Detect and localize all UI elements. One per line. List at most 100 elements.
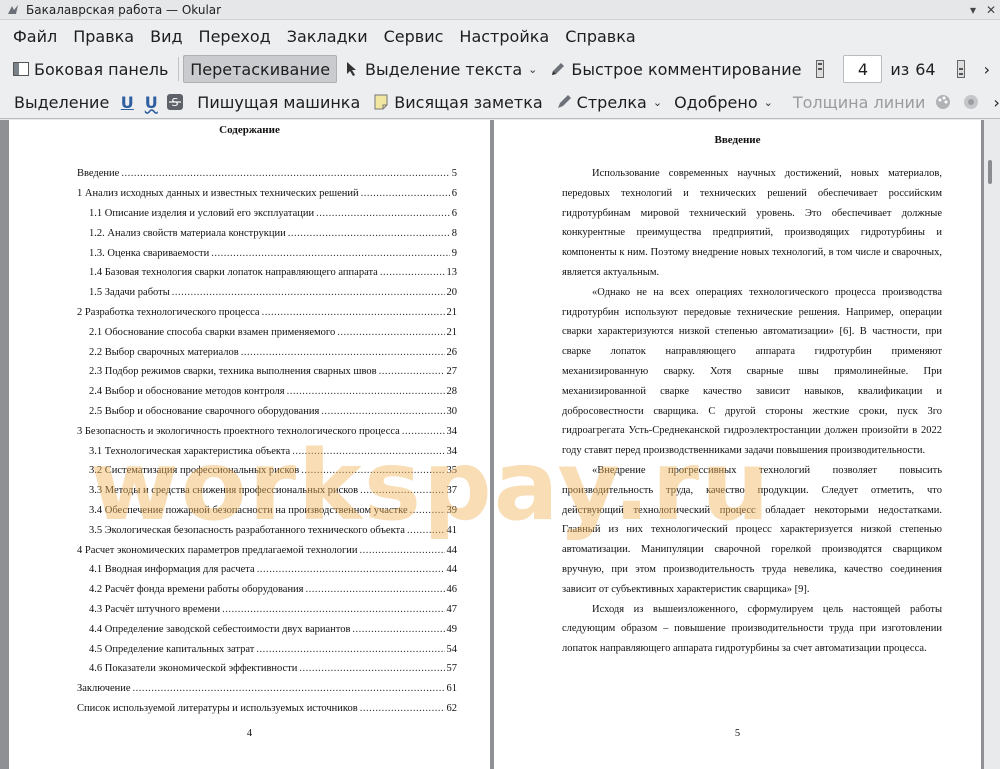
toolbar-overflow-button[interactable]: › xyxy=(978,55,996,83)
chevron-down-icon[interactable]: ⌄ xyxy=(653,96,662,109)
text-select-button[interactable]: Выделение текста ⌄ xyxy=(337,55,543,83)
toc-entry[interactable]: 4.4 Определение заводской себестоимости … xyxy=(77,619,457,639)
toc-entry[interactable]: 3.2 Систематизация профессиональных риск… xyxy=(77,461,457,481)
toc-leader-dots xyxy=(410,505,445,516)
squiggle-button[interactable]: U xyxy=(139,88,163,116)
color-button[interactable] xyxy=(931,88,959,116)
previous-page-button[interactable] xyxy=(807,55,837,83)
toc-entry-title: 1.4 Базовая технология сварки лопаток на… xyxy=(89,267,378,279)
quick-annotations-button[interactable]: Быстрое комментирование xyxy=(543,55,807,83)
chevron-down-icon[interactable]: ⌄ xyxy=(764,96,773,109)
toc-entry[interactable]: 3.3 Методы и средства снижения профессио… xyxy=(77,481,457,501)
toc-entry-page: 49 xyxy=(446,623,458,635)
strikeout-button[interactable]: S xyxy=(163,88,191,116)
highlight-button[interactable]: Выделение xyxy=(8,88,115,116)
typewriter-button[interactable]: Пишущая машинка xyxy=(191,88,366,116)
toc-entry[interactable]: 2.3 Подбор режимов сварки, техника выпол… xyxy=(77,362,457,382)
toc-leader-dots xyxy=(337,327,444,338)
next-page-button[interactable] xyxy=(948,55,978,83)
menu-go[interactable]: Переход xyxy=(191,20,279,52)
toc-entry[interactable]: 2.1 Обоснование способа сварки взамен пр… xyxy=(77,322,457,342)
toc-entry-title: 2.2 Выбор сварочных материалов xyxy=(89,346,239,358)
squiggle-icon: U xyxy=(144,92,158,112)
toc-entry[interactable]: 1.4 Базовая технология сварки лопаток на… xyxy=(77,263,457,283)
toc-entry[interactable]: 3.4 Обеспечение пожарной безопасности на… xyxy=(77,501,457,521)
toc-entry-page: 6 xyxy=(451,207,457,219)
toc-entry[interactable]: Список используемой литературы и использ… xyxy=(77,699,457,719)
toolbar-overflow-button[interactable]: › xyxy=(987,88,1000,116)
intro-paragraph: «Внедрение прогрессивных технологий позв… xyxy=(562,464,942,595)
toc-entry-title: Список используемой литературы и использ… xyxy=(77,702,358,714)
toc-entry[interactable]: 3.1 Технологическая характеристика объек… xyxy=(77,441,457,461)
toc-entry[interactable]: 3.5 Экологическая безопасность разработа… xyxy=(77,520,457,540)
toc-entry-title: 4.2 Расчёт фонда времени работы оборудов… xyxy=(89,584,304,596)
window-menu-icon[interactable]: ▾ xyxy=(964,1,982,19)
underline-button[interactable]: U xyxy=(115,88,139,116)
toc-entry-title: 2.4 Выбор и обоснование методов контроля xyxy=(89,386,285,398)
close-window-button[interactable]: ✕ xyxy=(982,1,1000,19)
toc-entry-page: 21 xyxy=(446,306,458,318)
arrow-button[interactable]: Стрелка ⌄ xyxy=(549,88,668,116)
toc-entry[interactable]: 2.4 Выбор и обоснование методов контроля… xyxy=(77,382,457,402)
menu-file[interactable]: Файл xyxy=(5,20,65,52)
toc-leader-dots xyxy=(402,426,445,437)
toc-entry[interactable]: 4.6 Показатели экономической эффективнос… xyxy=(77,659,457,679)
toc-leader-dots xyxy=(241,347,445,358)
vertical-scrollbar[interactable] xyxy=(984,120,1000,769)
toc-entry-title: 3.1 Технологическая характеристика объек… xyxy=(89,445,291,457)
toc-leader-dots xyxy=(379,366,445,377)
toc-entry[interactable]: Заключение 61 xyxy=(77,679,457,699)
page-number-input[interactable]: 4 xyxy=(843,55,883,83)
page-of-label: из xyxy=(890,59,910,79)
toc-entry-page: 28 xyxy=(446,386,458,398)
scrollbar-thumb[interactable] xyxy=(988,160,992,184)
toc-entry[interactable]: 1.3. Оценка свариваемости 9 xyxy=(77,243,457,263)
toc-entry[interactable]: 1.2. Анализ свойств материала конструкци… xyxy=(77,223,457,243)
toc-entry-title: 4.1 Вводная информация для расчета xyxy=(89,564,255,576)
browse-tool-button[interactable]: Перетаскивание xyxy=(183,55,338,83)
toc-leader-dots xyxy=(306,584,445,595)
toc-entry[interactable]: 4.3 Расчёт штучного времени 47 xyxy=(77,600,457,620)
toc-entry[interactable]: 4.5 Определение капитальных затрат 54 xyxy=(77,639,457,659)
toc-leader-dots xyxy=(352,624,444,635)
menu-view[interactable]: Вид xyxy=(142,20,190,52)
toc-entry[interactable]: 1.5 Задачи работы 20 xyxy=(77,283,457,303)
stamp-dropdown[interactable]: Одобрено ⌄ xyxy=(668,88,779,116)
menu-tools[interactable]: Сервис xyxy=(376,20,452,52)
toc-entry-title: 4.4 Определение заводской себестоимости … xyxy=(89,623,351,635)
toc-entry-page: 62 xyxy=(446,702,458,714)
sidebar-button[interactable]: Боковая панель xyxy=(6,55,174,83)
menu-bookmarks[interactable]: Закладки xyxy=(279,20,376,52)
toc-entry-page: 8 xyxy=(451,227,457,239)
fill-icon xyxy=(962,93,980,111)
toc-entry[interactable]: 4.2 Расчёт фонда времени работы оборудов… xyxy=(77,580,457,600)
toc-entry[interactable]: 2.5 Выбор и обоснование сварочного обору… xyxy=(77,402,457,422)
note-icon xyxy=(372,93,390,111)
toc-entry[interactable]: 3 Безопасность и экологичность проектног… xyxy=(77,421,457,441)
toc-entry-page: 30 xyxy=(446,405,458,417)
fill-color-button[interactable] xyxy=(959,88,987,116)
toc-entry[interactable]: 1 Анализ исходных данных и известных тех… xyxy=(77,184,457,204)
page-number: 4 xyxy=(246,728,253,739)
toc-leader-dots xyxy=(292,446,444,457)
toc-entry[interactable]: 4.1 Вводная информация для расчета 44 xyxy=(77,560,457,580)
menu-edit[interactable]: Правка xyxy=(65,20,142,52)
toc-entry[interactable]: 2 Разработка технологического процесса 21 xyxy=(77,303,457,323)
sticky-note-label: Висящая заметка xyxy=(394,92,543,112)
toc-entry[interactable]: Введение 5 xyxy=(77,164,457,184)
toc-entry[interactable]: 4 Расчет экономических параметров предла… xyxy=(77,540,457,560)
toc-entry-title: 2.1 Обоснование способа сварки взамен пр… xyxy=(89,326,336,338)
toc-entry[interactable]: 2.2 Выбор сварочных материалов 26 xyxy=(77,342,457,362)
menu-settings[interactable]: Настройка xyxy=(451,20,557,52)
document-viewport[interactable]: Содержание Введение 5 1 Анализ исходных да… xyxy=(0,120,1000,769)
menu-help[interactable]: Справка xyxy=(557,20,644,52)
sticky-note-button[interactable]: Висящая заметка xyxy=(366,88,548,116)
toc-entry[interactable]: 1.1 Описание изделия и условий его экспл… xyxy=(77,204,457,224)
window-title: Бакалаврская работа — Okular xyxy=(26,2,222,17)
toc-entry-page: 44 xyxy=(446,564,458,576)
line-width-dropdown[interactable]: Толщина линии xyxy=(787,88,932,116)
toc-entry-page: 21 xyxy=(446,326,458,338)
chevron-down-icon[interactable]: ⌄ xyxy=(528,63,537,76)
toc-entry-page: 57 xyxy=(446,663,458,675)
toc-entry-title: 2.5 Выбор и обоснование сварочного обору… xyxy=(89,405,320,417)
